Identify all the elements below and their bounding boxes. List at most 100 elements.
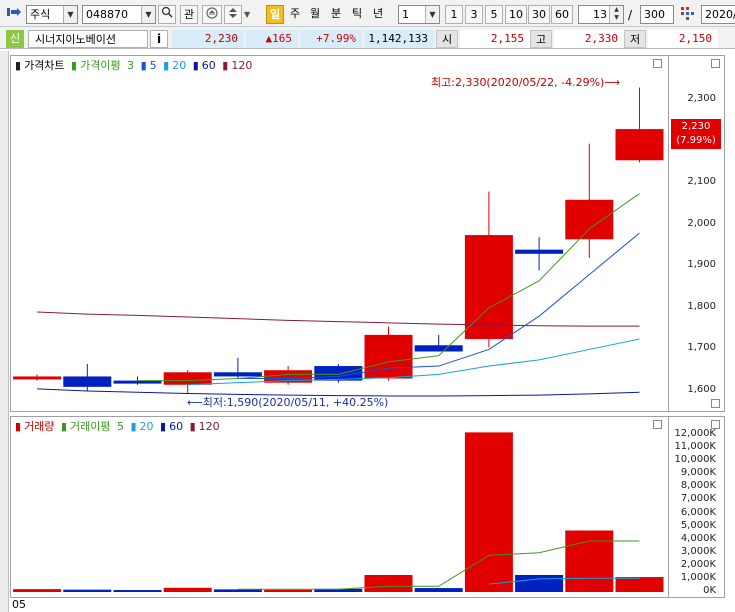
ma120-line bbox=[37, 311, 640, 327]
high-value: 2,330 bbox=[554, 30, 624, 48]
volume-y-tick: 2,000K bbox=[680, 558, 716, 570]
axis-scroll-icon[interactable] bbox=[711, 399, 720, 408]
candle-body bbox=[63, 376, 112, 387]
price-y-tick: 2,000 bbox=[687, 217, 716, 229]
stock-code-input[interactable]: 048870 ▼ bbox=[82, 5, 156, 24]
count-value: 13 bbox=[593, 8, 607, 21]
volume-bar bbox=[63, 589, 112, 592]
current-price-tag: 2,230 (7.99%) bbox=[671, 119, 721, 150]
ma20-line bbox=[187, 338, 640, 386]
volume-y-axis: 12,000K 11,000K 10,000K 9,000K 8,000K 7,000K 6… bbox=[668, 417, 724, 597]
watch-button[interactable]: 관 bbox=[180, 5, 198, 24]
date-input-value: 2020/ bbox=[705, 8, 735, 21]
up-down-icon bbox=[229, 8, 237, 18]
stepper-button[interactable] bbox=[224, 5, 242, 24]
grid-settings-button[interactable] bbox=[677, 5, 697, 24]
price-y-tick: 1,800 bbox=[687, 300, 716, 312]
interval-30-button[interactable]: 30 bbox=[528, 5, 550, 24]
axis-menu-icon[interactable] bbox=[711, 59, 720, 68]
period-tick-button[interactable]: 틱 bbox=[348, 5, 366, 24]
volume-y-tick: 6,000K bbox=[680, 506, 716, 518]
period-year-button[interactable]: 년 bbox=[369, 5, 387, 24]
volume-bar bbox=[515, 574, 564, 592]
volume-bar bbox=[113, 590, 162, 592]
volume-y-tick: 0K bbox=[703, 585, 716, 596]
period-month-button[interactable]: 월 bbox=[306, 5, 324, 24]
volume-bar bbox=[615, 577, 664, 592]
price-y-tick: 2,100 bbox=[687, 176, 716, 188]
volume-bar bbox=[13, 589, 62, 592]
candle-body bbox=[213, 372, 262, 377]
candle-body bbox=[615, 129, 664, 161]
open-label: 시 bbox=[436, 30, 458, 48]
period-day-button[interactable]: 일 bbox=[266, 5, 284, 24]
current-price: 2,230 bbox=[172, 30, 244, 48]
chevron-down-icon[interactable]: ▼ bbox=[425, 6, 439, 23]
price-y-tick: 1,900 bbox=[687, 259, 716, 271]
chevron-down-icon[interactable]: ▼ bbox=[63, 6, 77, 23]
interval-select[interactable]: 1 ▼ bbox=[398, 5, 440, 24]
candle-body bbox=[364, 334, 413, 379]
volume-y-tick: 5,000K bbox=[680, 519, 716, 531]
volume-bar bbox=[163, 587, 212, 592]
interval-10-button[interactable]: 10 bbox=[505, 5, 527, 24]
grid-icon bbox=[681, 7, 694, 20]
search-button[interactable] bbox=[158, 5, 176, 24]
info-button[interactable]: i bbox=[150, 30, 168, 48]
volume-bar bbox=[213, 589, 262, 592]
credit-badge: 신 bbox=[6, 30, 24, 48]
interval-1-button[interactable]: 1 bbox=[445, 5, 463, 24]
current-price-tag-value: 2,230 bbox=[681, 121, 711, 133]
low-annotation: ⟵최저:1,590(2020/05/11, +40.25%) bbox=[187, 396, 389, 409]
chevron-down-icon[interactable]: ▼ bbox=[244, 10, 250, 19]
volume-bar bbox=[464, 432, 513, 592]
date-input[interactable]: 2020/ bbox=[701, 5, 735, 24]
candle-body bbox=[515, 249, 564, 254]
market-select-value: 주식 bbox=[30, 8, 51, 21]
open-value: 2,155 bbox=[460, 30, 530, 48]
count-max-field[interactable]: 300 bbox=[640, 5, 674, 24]
volume-plot-area bbox=[13, 432, 664, 592]
period-minute-button[interactable]: 분 bbox=[327, 5, 345, 24]
volume-y-tick: 8,000K bbox=[680, 480, 716, 492]
volume-y-tick: 12,000K bbox=[674, 428, 716, 439]
chevron-down-icon[interactable]: ▼ bbox=[141, 6, 155, 23]
volume-bar bbox=[565, 530, 614, 592]
volume-y-tick: 1,000K bbox=[680, 571, 716, 583]
search-icon bbox=[161, 6, 173, 18]
price-y-tick: 1,600 bbox=[687, 384, 716, 395]
price-plot-area bbox=[13, 87, 664, 397]
price-change-pct: +7.99% bbox=[300, 30, 362, 48]
low-label: 저 bbox=[624, 30, 646, 48]
volume-value: 1,142,133 bbox=[364, 30, 434, 48]
volume-y-tick: 10,000K bbox=[674, 454, 716, 466]
count-stepper[interactable]: 13 ▲ ▼ bbox=[578, 5, 624, 24]
stock-name: 시너지이노베이션 bbox=[28, 30, 148, 48]
candle-body bbox=[163, 372, 212, 385]
volume-chart-pane: ▮ 거래량 ▮ 거래이평 5 ▮ 20 ▮ 60 ▮ 120 12,000K 11,000K… bbox=[10, 416, 725, 598]
volume-bar bbox=[264, 589, 313, 592]
price-y-tick: 1,700 bbox=[687, 342, 716, 354]
sync-button[interactable] bbox=[202, 5, 222, 24]
high-annotation: 최고:2,330(2020/05/22, -4.29%)⟶ bbox=[431, 76, 621, 89]
market-select[interactable]: 주식 ▼ bbox=[26, 5, 78, 24]
interval-3-button[interactable]: 3 bbox=[465, 5, 483, 24]
volume-y-tick: 7,000K bbox=[680, 493, 716, 505]
candle-body bbox=[13, 376, 62, 380]
count-max-value: 300 bbox=[644, 8, 665, 21]
interval-60-button[interactable]: 60 bbox=[551, 5, 573, 24]
x-axis-date-label: 05 bbox=[12, 598, 26, 611]
menu-toggle-icon[interactable] bbox=[6, 5, 22, 24]
period-week-button[interactable]: 주 bbox=[286, 5, 304, 24]
interval-5-button[interactable]: 5 bbox=[485, 5, 503, 24]
price-change: ▲165 bbox=[246, 30, 298, 48]
interval-select-value: 1 bbox=[402, 8, 409, 21]
left-sidebar bbox=[0, 51, 9, 612]
count-separator: / bbox=[628, 8, 633, 22]
toolbar: 주식 ▼ 048870 ▼ 관 ▼ 일 주 월 분 틱 년 1 ▼ 1 3 5 … bbox=[0, 0, 735, 27]
current-price-tag-pct: (7.99%) bbox=[676, 135, 716, 147]
volume-bar bbox=[414, 588, 463, 592]
stepper-arrows-icon[interactable]: ▲ ▼ bbox=[609, 6, 623, 23]
candle-body bbox=[414, 345, 463, 352]
low-value: 2,150 bbox=[648, 30, 718, 48]
